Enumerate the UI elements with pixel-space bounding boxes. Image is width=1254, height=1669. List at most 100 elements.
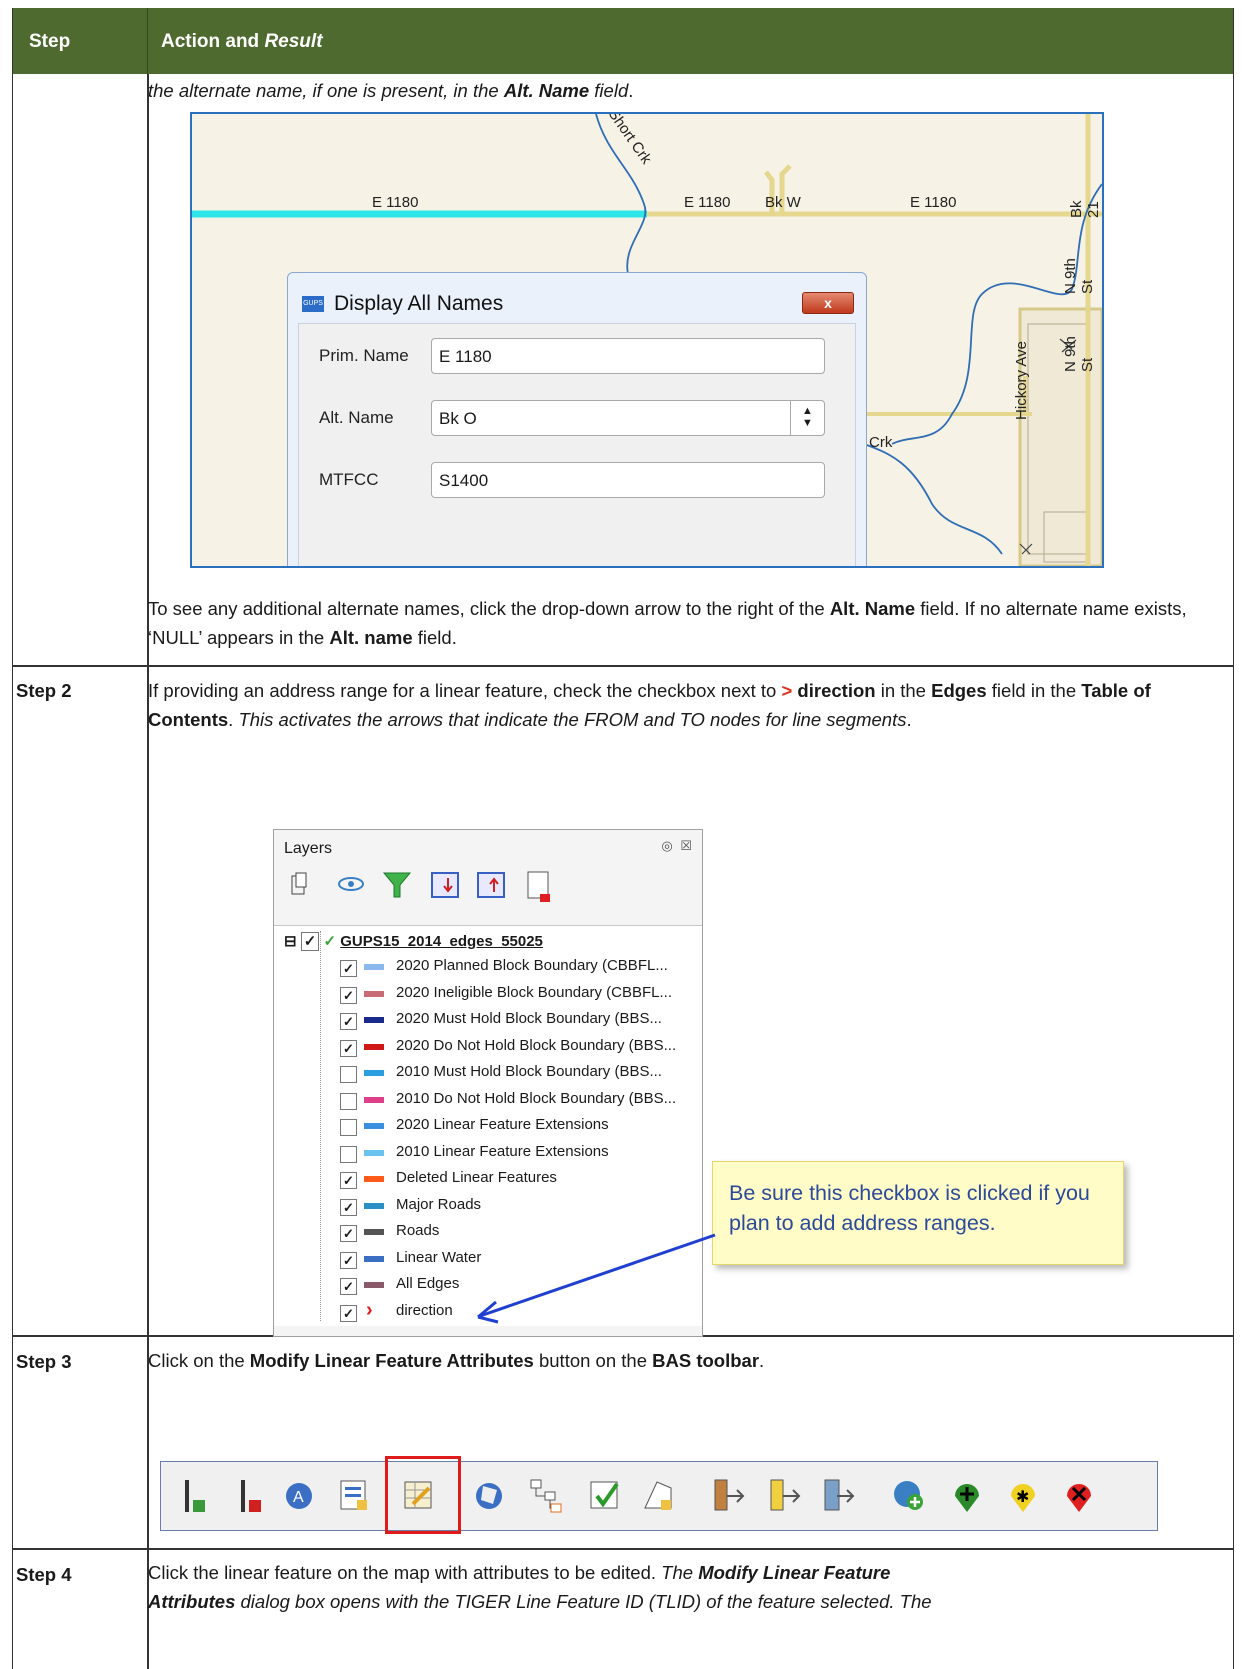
visibility-eye-icon[interactable] [336, 870, 366, 900]
map-label: E 1180 [910, 194, 957, 211]
alt-name-label: Alt. Name [319, 408, 394, 427]
layer-group-root[interactable]: ⊟ ✓ ✓ GUPS15_2014_edges_55025 [284, 932, 543, 951]
export-zip-icon[interactable] [767, 1478, 803, 1514]
map-label: Crk [869, 434, 893, 451]
layer-label: Major Roads [396, 1195, 482, 1213]
delete-line-icon[interactable] [233, 1478, 269, 1514]
export-icon[interactable] [711, 1478, 747, 1514]
layer-checkbox[interactable]: ✓ [340, 960, 357, 977]
callout-arrow [477, 1233, 716, 1324]
layer-symbol-icon [364, 1149, 384, 1156]
layer-checkbox[interactable]: ✓ [340, 1013, 357, 1030]
layer-label: 2020 Do Not Hold Block Boundary (BBS... [396, 1036, 677, 1054]
gups-logo-icon: GUPS [302, 296, 324, 312]
layer-symbol-icon [364, 1176, 384, 1182]
row1-intro-text: the alternate name, if one is present, i… [148, 80, 634, 101]
collapse-all-icon[interactable] [476, 870, 506, 900]
layer-checkbox[interactable]: ✓ [340, 1278, 357, 1295]
layer-symbol-icon [364, 1017, 384, 1023]
layer-label: Roads [396, 1222, 440, 1239]
layer-label: direction [396, 1301, 453, 1319]
layer-label: Deleted Linear Features [396, 1169, 557, 1186]
layer-label: All Edges [396, 1275, 460, 1292]
hierarchy-icon[interactable] [529, 1478, 565, 1514]
add-point-icon[interactable] [949, 1478, 985, 1514]
map-label: N 9th St [1062, 258, 1096, 294]
step-3-text: Click on the Modify Linear Feature Attri… [148, 1350, 765, 1371]
panel-window-controls-icon[interactable]: ◎ ☒ [661, 838, 694, 854]
expand-all-icon[interactable] [430, 870, 460, 900]
layer-checkbox[interactable] [340, 1066, 357, 1083]
layer-checkbox[interactable]: ✓ [340, 1225, 357, 1242]
mtfcc-label: MTFCC [319, 470, 379, 489]
row1-note-text: To see any additional alternate names, c… [148, 598, 1187, 648]
layer-label: 2010 Must Hold Block Boundary (BBS... [396, 1063, 662, 1080]
map-label: E 1180 [372, 194, 419, 211]
map-label: Bk 21 [1068, 200, 1102, 218]
step-4-label: Step 4 [16, 1564, 72, 1585]
table-header: Step Action and Result [13, 8, 1233, 74]
layer-symbol-icon [364, 1123, 384, 1129]
address-icon[interactable]: A [283, 1478, 319, 1514]
map-figure: Short Crk E 1180 E 1180 Bk W E 1180 Bk 2… [190, 112, 1104, 568]
dialog-body: Prim. Name E 1180 Alt. Name Bk O ▲ ▼ MTFC… [298, 323, 856, 566]
prim-name-field[interactable]: E 1180 [431, 338, 825, 374]
layer-label: 2020 Ineligible Block Boundary (CBBFL... [396, 983, 672, 1001]
layer-symbol-icon [364, 1202, 384, 1209]
layer-symbol-icon [364, 1096, 384, 1103]
step-column-header: Step [29, 31, 71, 52]
step-4-text: Click the linear feature on the map with… [148, 1562, 932, 1612]
layer-symbol-icon [364, 1255, 384, 1262]
layer-checkbox[interactable] [340, 1092, 357, 1110]
dropdown-spinner-icon[interactable]: ▲ ▼ [790, 401, 824, 435]
step-3-label: Step 3 [16, 1351, 72, 1372]
layer-symbol-icon [364, 1070, 384, 1076]
alt-name-field[interactable]: Bk O ▲ ▼ [431, 400, 825, 436]
highlight-box [385, 1456, 461, 1534]
add-line-icon[interactable] [177, 1478, 213, 1514]
bas-toolbar: A ✱ [160, 1456, 1158, 1534]
layer-symbol-icon [364, 1043, 384, 1050]
map-label: Hickory Ave [1012, 341, 1030, 420]
map-label: E 1180 [684, 194, 731, 211]
export-map-icon[interactable] [821, 1478, 857, 1514]
layer-label: 2020 Linear Feature Extensions [396, 1116, 609, 1133]
edit-polygon-icon[interactable] [641, 1478, 677, 1514]
layer-symbol-icon [364, 1229, 384, 1235]
layer-checkbox[interactable]: ✓ [340, 986, 357, 1004]
layer-checkbox[interactable] [340, 1119, 357, 1136]
svg-text:✱: ✱ [1016, 1489, 1029, 1506]
validate-icon[interactable] [587, 1478, 623, 1514]
layer-checkbox[interactable]: ✓ [340, 1198, 357, 1216]
svg-text:A: A [293, 1489, 304, 1506]
action-column-header: Action and Result [161, 31, 323, 52]
layer-checkbox[interactable]: ✓ [340, 1039, 357, 1057]
close-button[interactable]: x [802, 292, 854, 314]
layer-symbol-icon [364, 964, 384, 970]
layer-label: 2020 Must Hold Block Boundary (BBS... [396, 1010, 662, 1027]
attributes-form-icon[interactable] [337, 1478, 373, 1514]
layer-label: 2010 Linear Feature Extensions [396, 1142, 609, 1160]
layer-label: 2010 Do Not Hold Block Boundary (BBS... [396, 1089, 677, 1107]
step-2-text: If providing an address range for a line… [148, 680, 1151, 730]
map-label: Bk W [765, 194, 801, 211]
layer-checkbox[interactable]: ✓ [340, 1172, 357, 1189]
layer-checkbox[interactable]: ✓ [340, 1304, 357, 1322]
layer-label: 2020 Planned Block Boundary (CBBFL... [396, 957, 668, 974]
dialog-title: Display All Names [334, 292, 504, 315]
layer-symbol-icon: › [366, 1298, 373, 1321]
add-web-layer-icon[interactable] [891, 1478, 927, 1514]
layer-checkbox[interactable] [340, 1145, 357, 1163]
display-all-names-dialog: GUPS Display All Names x Prim. Name E 11… [287, 272, 867, 566]
callout-note: Be sure this checkbox is clicked if you … [712, 1161, 1124, 1265]
delete-point-icon[interactable] [1061, 1478, 1097, 1514]
mtfcc-field[interactable]: S1400 [431, 462, 825, 498]
layer-label: Linear Water [396, 1248, 482, 1266]
boundary-icon[interactable] [473, 1478, 509, 1514]
modify-point-icon[interactable]: ✱ [1005, 1478, 1041, 1514]
add-group-icon[interactable] [284, 870, 314, 900]
filter-icon[interactable] [382, 870, 412, 900]
layers-title: Layers [284, 840, 333, 857]
remove-layer-icon[interactable] [524, 870, 554, 902]
layer-checkbox[interactable]: ✓ [340, 1251, 357, 1269]
